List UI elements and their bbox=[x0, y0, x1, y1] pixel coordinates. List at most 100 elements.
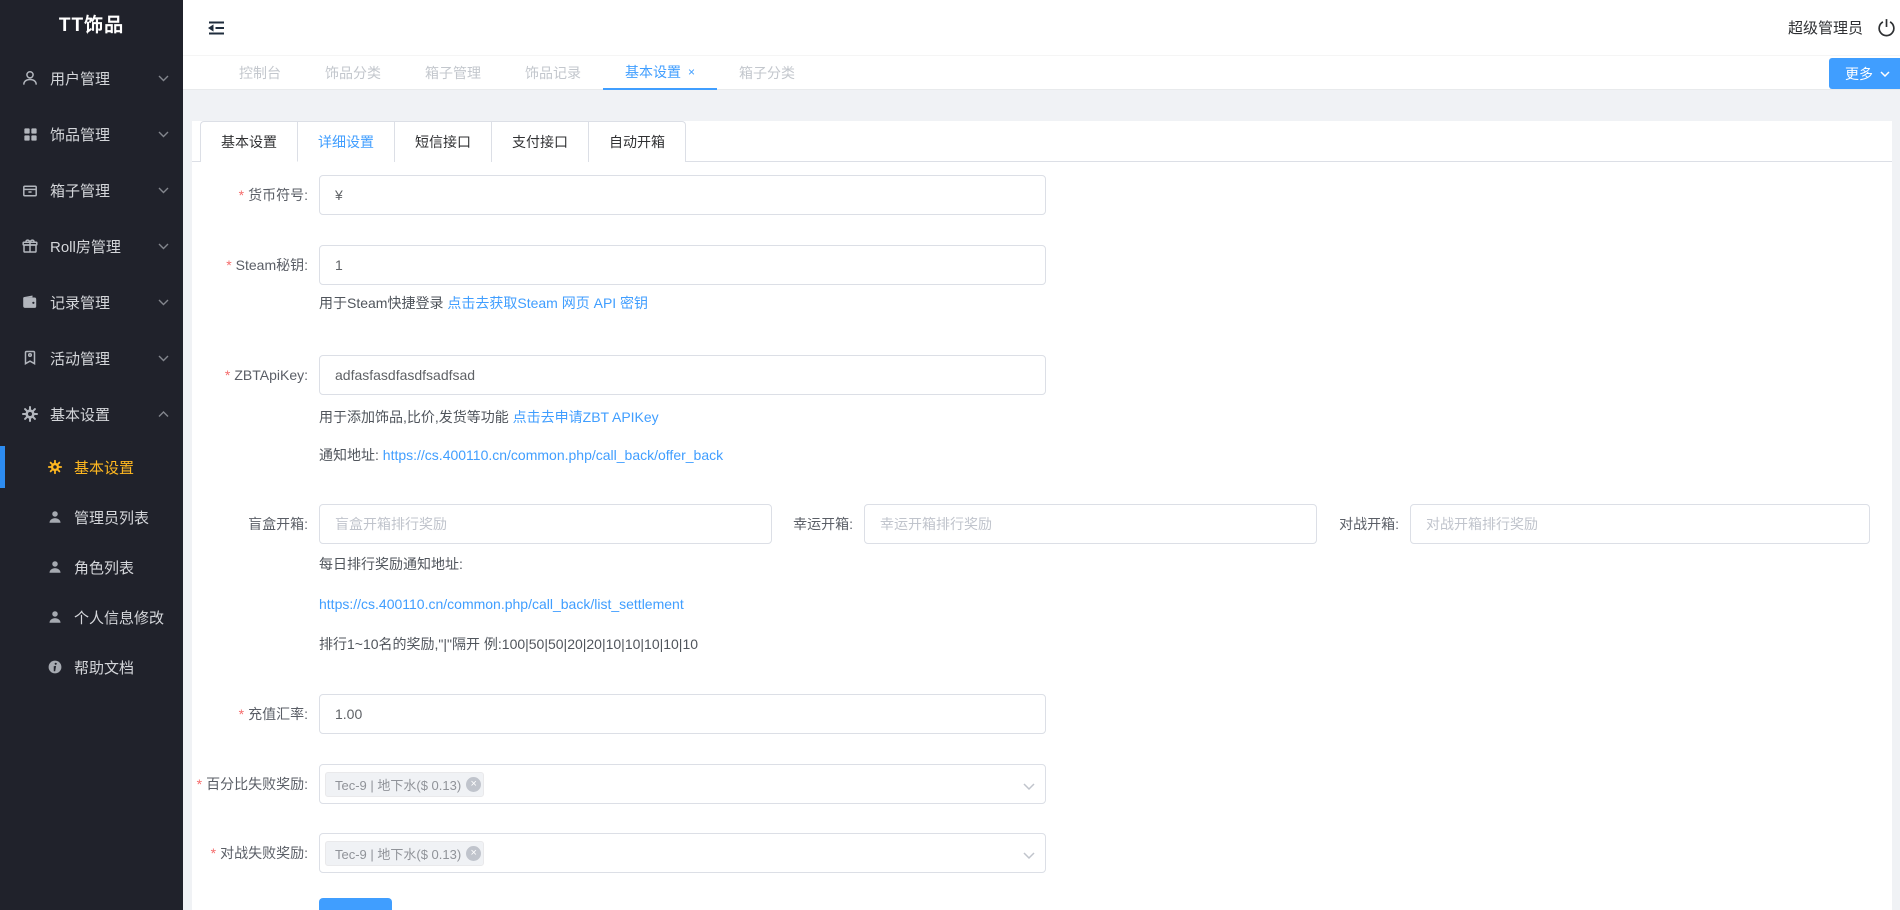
settings-card: 基本设置 详细设置 短信接口 支付接口 自动开箱 *货币符号: *Steam秘钥… bbox=[192, 121, 1892, 910]
sidebar-subitem-label: 角色列表 bbox=[74, 557, 134, 578]
sidebar-item-case-management[interactable]: 箱子管理 bbox=[0, 162, 183, 218]
offer-callback-url[interactable]: https://cs.400110.cn/common.php/call_bac… bbox=[383, 447, 723, 463]
chevron-down-icon bbox=[1023, 847, 1035, 865]
sidebar-subitem-profile-edit[interactable]: 个人信息修改 bbox=[0, 592, 183, 642]
sidebar-subitem-admin-list[interactable]: 管理员列表 bbox=[0, 492, 183, 542]
person-icon bbox=[47, 559, 63, 575]
gear-icon bbox=[47, 459, 63, 475]
person-icon bbox=[47, 509, 63, 525]
sidebar-item-label: 饰品管理 bbox=[50, 124, 110, 145]
recharge-rate-label: *充值汇率: bbox=[192, 704, 319, 724]
luckybox-label: 幸运开箱: bbox=[772, 514, 864, 534]
sidebar-item-roll-room[interactable]: Roll房管理 bbox=[0, 218, 183, 274]
chevron-down-icon bbox=[1880, 71, 1890, 77]
app-logo: TT饰品 bbox=[0, 0, 183, 50]
box-icon bbox=[21, 181, 39, 199]
tab-payment-api[interactable]: 支付接口 bbox=[491, 121, 588, 162]
chevron-down-icon bbox=[158, 243, 169, 250]
tab-sms-api[interactable]: 短信接口 bbox=[394, 121, 491, 162]
chevron-up-icon bbox=[158, 411, 169, 418]
battlebox-label: 对战开箱: bbox=[1317, 514, 1410, 534]
current-user-name[interactable]: 超级管理员 bbox=[1788, 17, 1863, 38]
selected-item-tag: Tec-9 | 地下水($ 0.13) × bbox=[325, 841, 484, 866]
currency-symbol-input[interactable] bbox=[319, 175, 1046, 215]
chevron-down-icon bbox=[158, 355, 169, 362]
sidebar: TT饰品 用户管理 饰品管理 箱子管理 Roll bbox=[0, 0, 183, 910]
steam-api-link[interactable]: 点击去获取Steam 网页 API 密钥 bbox=[447, 295, 648, 311]
daily-rank-note: 每日排行奖励通知地址: bbox=[319, 554, 1892, 574]
luckybox-reward-input[interactable] bbox=[864, 504, 1317, 544]
blindbox-reward-input[interactable] bbox=[319, 504, 772, 544]
chevron-down-icon bbox=[1023, 778, 1035, 796]
sidebar-item-user-management[interactable]: 用户管理 bbox=[0, 50, 183, 106]
sidebar-item-label: 记录管理 bbox=[50, 292, 110, 313]
zbt-apikey-label: *ZBTApiKey: bbox=[192, 367, 319, 383]
battlebox-reward-input[interactable] bbox=[1410, 504, 1870, 544]
chevron-down-icon bbox=[158, 299, 169, 306]
sidebar-item-label: 活动管理 bbox=[50, 348, 110, 369]
percent-fail-reward-select[interactable]: Tec-9 | 地下水($ 0.13) × bbox=[319, 764, 1046, 804]
tab-detail-settings[interactable]: 详细设置 bbox=[297, 121, 394, 162]
nav-tab-item-category[interactable]: 饰品分类 bbox=[303, 56, 403, 90]
tag-remove-icon[interactable]: × bbox=[466, 777, 481, 792]
sidebar-item-activity-management[interactable]: 活动管理 bbox=[0, 330, 183, 386]
sidebar-item-basic-settings[interactable]: 基本设置 bbox=[0, 386, 183, 442]
sidebar-item-item-management[interactable]: 饰品管理 bbox=[0, 106, 183, 162]
nav-tab-item-records[interactable]: 饰品记录 bbox=[503, 56, 603, 90]
sidebar-subitem-label: 个人信息修改 bbox=[74, 607, 164, 628]
settings-tabbar: 基本设置 详细设置 短信接口 支付接口 自动开箱 bbox=[192, 121, 1892, 162]
user-icon bbox=[21, 69, 39, 87]
detail-settings-form: *货币符号: *Steam秘钥: 用于Steam快捷登录 点击去获取Steam … bbox=[192, 175, 1892, 910]
gift-icon bbox=[21, 237, 39, 255]
app-window: TT饰品 用户管理 饰品管理 箱子管理 Roll bbox=[0, 0, 1900, 910]
sidebar-subitem-label: 帮助文档 bbox=[74, 657, 134, 678]
nav-tab-basic-settings[interactable]: 基本设置 × bbox=[603, 56, 717, 90]
nav-tab-case-management[interactable]: 箱子管理 bbox=[403, 56, 503, 90]
chevron-down-icon bbox=[158, 75, 169, 82]
daily-rank-url-row: https://cs.400110.cn/common.php/call_bac… bbox=[319, 594, 1892, 614]
battle-fail-reward-select[interactable]: Tec-9 | 地下水($ 0.13) × bbox=[319, 833, 1046, 873]
list-settlement-url[interactable]: https://cs.400110.cn/common.php/call_bac… bbox=[319, 596, 684, 612]
sidebar-subitem-help-docs[interactable]: 帮助文档 bbox=[0, 642, 183, 692]
main-content: 基本设置 详细设置 短信接口 支付接口 自动开箱 *货币符号: *Steam秘钥… bbox=[183, 91, 1900, 910]
logout-power-icon[interactable] bbox=[1876, 17, 1897, 38]
sidebar-item-label: Roll房管理 bbox=[50, 236, 121, 257]
zbt-notify-help: 通知地址: https://cs.400110.cn/common.php/ca… bbox=[319, 445, 1892, 465]
tag-icon bbox=[21, 349, 39, 367]
sidebar-subitem-basic-settings[interactable]: 基本设置 bbox=[0, 442, 183, 492]
currency-symbol-label: *货币符号: bbox=[192, 185, 319, 205]
chevron-down-icon bbox=[158, 187, 169, 194]
sidebar-item-label: 箱子管理 bbox=[50, 180, 110, 201]
steam-key-input[interactable] bbox=[319, 245, 1046, 285]
sidebar-item-record-management[interactable]: 记录管理 bbox=[0, 274, 183, 330]
sidebar-subitem-label: 基本设置 bbox=[74, 457, 134, 478]
person-icon bbox=[47, 609, 63, 625]
nav-tabstrip: 控制台 饰品分类 箱子管理 饰品记录 基本设置 × 箱子分类 更多 bbox=[183, 56, 1900, 90]
gear-icon bbox=[21, 405, 39, 423]
sidebar-subitem-role-list[interactable]: 角色列表 bbox=[0, 542, 183, 592]
sidebar-collapse-icon[interactable] bbox=[205, 17, 227, 39]
tab-close-icon[interactable]: × bbox=[688, 66, 695, 78]
battle-fail-reward-label: *对战失败奖励: bbox=[192, 843, 319, 863]
tag-remove-icon[interactable]: × bbox=[466, 846, 481, 861]
info-icon bbox=[47, 659, 63, 675]
nav-tab-case-category[interactable]: 箱子分类 bbox=[717, 56, 817, 90]
recharge-rate-input[interactable] bbox=[319, 694, 1046, 734]
steam-key-help: 用于Steam快捷登录 点击去获取Steam 网页 API 密钥 bbox=[319, 293, 1892, 313]
blindbox-label: 盲盒开箱: bbox=[192, 514, 319, 534]
more-button[interactable]: 更多 bbox=[1829, 58, 1900, 89]
sidebar-subitem-label: 管理员列表 bbox=[74, 507, 149, 528]
tab-basic-settings[interactable]: 基本设置 bbox=[200, 121, 297, 162]
tab-auto-open-case[interactable]: 自动开箱 bbox=[588, 121, 686, 162]
submit-button[interactable] bbox=[319, 898, 392, 910]
wallet-icon bbox=[21, 293, 39, 311]
zbt-apply-link[interactable]: 点击去申请ZBT APIKey bbox=[513, 409, 659, 425]
rank-reward-note: 排行1~10名的奖励,"|"隔开 例:100|50|50|20|20|10|10… bbox=[319, 634, 1892, 654]
top-header: 超级管理员 bbox=[183, 0, 1900, 56]
grid-icon bbox=[21, 125, 39, 143]
chevron-down-icon bbox=[158, 131, 169, 138]
percent-fail-reward-label: *百分比失败奖励: bbox=[192, 774, 319, 794]
nav-tab-dashboard[interactable]: 控制台 bbox=[217, 56, 303, 90]
zbt-apikey-input[interactable] bbox=[319, 355, 1046, 395]
sidebar-item-label: 基本设置 bbox=[50, 404, 110, 425]
